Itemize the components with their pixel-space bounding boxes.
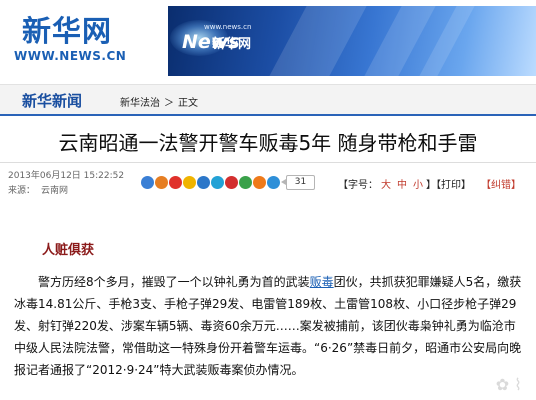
print-link[interactable]: 【打印】 <box>436 180 471 191</box>
paragraph-text-before: 警方历经8个多月，摧毁了一个以钟礼勇为首的武装 <box>38 275 310 289</box>
share-qzone-icon[interactable] <box>183 176 196 189</box>
breadcrumb: 新华法治 ＞ 正文 <box>120 94 198 109</box>
share-renren-icon[interactable] <box>197 176 210 189</box>
source-value[interactable]: 云南网 <box>41 186 68 196</box>
share-people-icon[interactable] <box>225 176 238 189</box>
share-more-icon[interactable] <box>267 176 280 189</box>
share-plus-icon[interactable] <box>141 176 154 189</box>
article-paragraph: 警方历经8个多月，摧毁了一个以钟礼勇为首的武装贩毒团伙，共抓获犯罪嫌疑人5名，缴… <box>14 271 524 381</box>
share-count[interactable]: 31 <box>286 175 315 190</box>
banner-cn-text: 新华网 <box>212 37 252 52</box>
section-heading: 人赃俱获 <box>42 243 95 258</box>
font-size-medium-link[interactable]: 中 <box>397 180 407 191</box>
breadcrumb-item-law[interactable]: 新华法治 <box>120 98 160 109</box>
font-size-label: 【字号： <box>338 180 378 191</box>
article-tools: 【字号：大中小】【打印】 <box>338 176 471 191</box>
font-size-close: 】 <box>426 180 436 191</box>
paragraph-text-after: 团伙，共抓获犯罪嫌疑人5名，缴获冰毒14.81公斤、手枪3支、手枪子弹29发、电… <box>14 275 522 377</box>
share-douban-icon[interactable] <box>239 176 252 189</box>
share-kaixin-icon[interactable] <box>155 176 168 189</box>
publish-date: 2013年06月12日 15:22:52 <box>8 171 125 181</box>
channel-brand-link[interactable]: 新华新闻 <box>22 90 82 111</box>
title-divider <box>0 162 536 163</box>
share-weibo-icon[interactable] <box>169 176 182 189</box>
share-feixin-icon[interactable] <box>253 176 266 189</box>
site-logo[interactable]: 新华网 <box>22 8 112 50</box>
font-size-large-link[interactable]: 大 <box>381 180 391 191</box>
header-banner: News www.news.cn 新华网 <box>168 6 536 76</box>
breadcrumb-separator: ＞ <box>164 98 174 109</box>
report-error-link[interactable]: 【纠错】 <box>481 176 521 191</box>
share-tencent-weibo-icon[interactable] <box>211 176 224 189</box>
image-watermark: ✿ ⌇ <box>495 375 522 394</box>
nav-accent-line <box>0 114 536 116</box>
keyword-link-drug[interactable]: 贩毒 <box>310 275 334 289</box>
source-label: 来源： <box>8 186 36 196</box>
article-title: 云南昭通一法警开警车贩毒5年 随身带枪和手雷 <box>58 131 478 155</box>
banner-url-text: www.news.cn <box>204 23 252 31</box>
font-size-small-link[interactable]: 小 <box>413 180 423 191</box>
site-logo-url[interactable]: WWW.NEWS.CN <box>14 49 126 63</box>
article-source: 来源： 云南网 <box>8 183 68 196</box>
breadcrumb-item-current: 正文 <box>178 98 198 109</box>
